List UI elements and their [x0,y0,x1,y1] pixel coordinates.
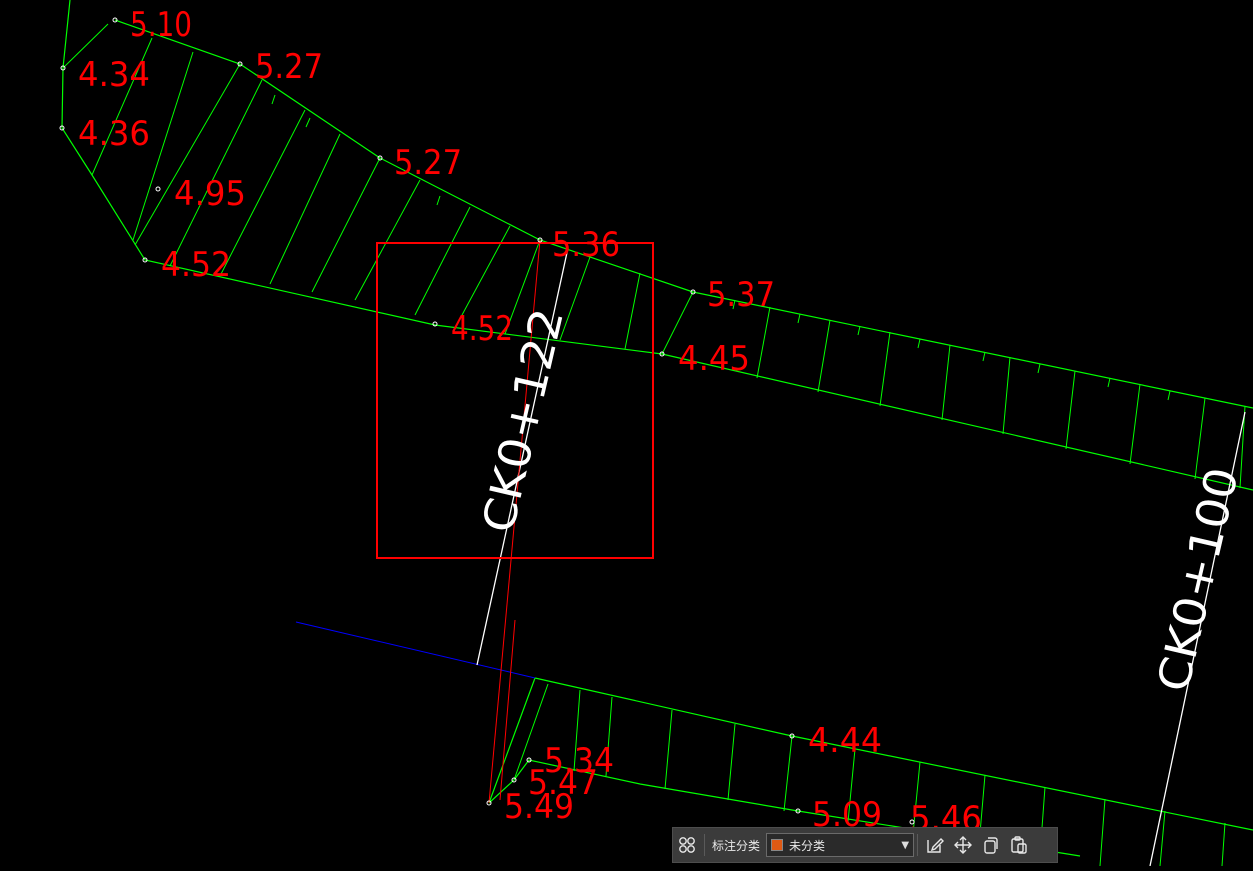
category-label: 标注分类 [712,838,761,853]
elevation-label: 5.36 [552,225,620,265]
red-leader-line-2 [499,619,516,801]
blue-reference-line [295,621,536,679]
elevation-label: 4.95 [174,174,246,214]
cad-drawing-canvas[interactable]: 5.10 4.34 5.27 4.36 5.27 4.95 5.36 4.52 … [0,0,1253,867]
category-select-value: 未分类 [789,838,826,853]
edit-icon[interactable] [921,831,949,859]
group-icon[interactable] [673,831,701,859]
chevron-down-icon: ▼ [901,839,910,851]
survey-points [59,17,915,825]
elevation-label: 4.36 [78,114,150,154]
annotation-toolbar: 标注分类 未分类 ▼ [672,827,1058,863]
elevation-label: 4.45 [678,339,750,379]
elevation-label: 5.37 [707,275,775,315]
paste-icon[interactable] [1005,831,1033,859]
move-icon[interactable] [949,831,977,859]
lower-bank-top-line [534,677,1253,831]
toolbar-divider [704,834,705,856]
chainage-label: CK0+100 [1148,463,1249,697]
category-select[interactable]: 未分类 ▼ [766,833,915,857]
upper-bank-left-line [61,0,1253,491]
cad-drawing[interactable]: 5.10 4.34 5.27 4.36 5.27 4.95 5.36 4.52 … [0,0,1253,867]
elevation-label: 5.27 [394,143,462,183]
elevation-label: 4.34 [78,55,150,95]
elevation-label: 4.44 [808,721,882,761]
elevation-label: 5.10 [130,5,192,45]
elevation-label: 4.52 [161,245,231,285]
elevation-label: 4.52 [451,309,513,349]
elevation-label: 5.27 [255,47,323,87]
toolbar-divider [917,834,919,856]
category-color-swatch [771,839,784,851]
copy-icon[interactable] [977,831,1005,859]
elevation-label: 5.49 [504,787,574,827]
